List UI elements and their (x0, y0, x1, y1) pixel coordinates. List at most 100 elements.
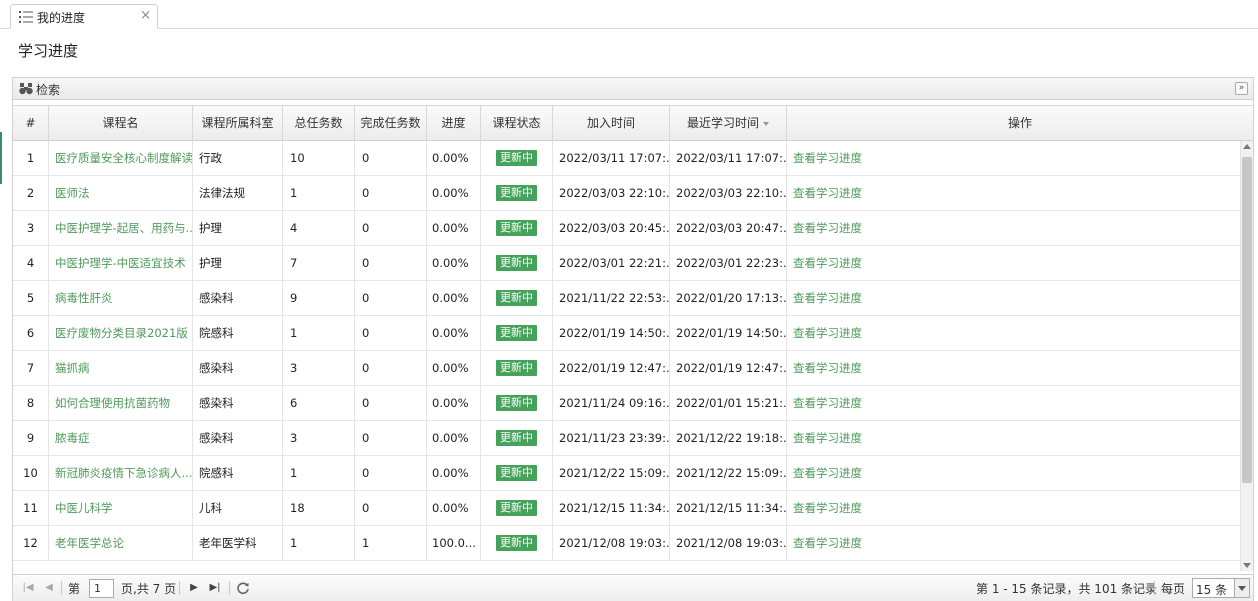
refresh-icon[interactable] (236, 581, 250, 595)
view-progress-link[interactable]: 查看学习进度 (793, 501, 862, 515)
cell-total-tasks: 1 (283, 526, 355, 561)
cell-joined: 2022/03/03 20:45:... (553, 211, 670, 246)
col-header-joined[interactable]: 加入时间 (553, 106, 670, 142)
course-link-cell: 猫抓病 (49, 351, 193, 386)
tab-bar: 我的进度 × (0, 0, 1258, 29)
course-link[interactable]: 老年医学总论 (55, 536, 124, 550)
cell-joined: 2021/11/22 22:53:... (553, 281, 670, 316)
per-page-dropdown-button[interactable] (1234, 579, 1249, 597)
cell-total-tasks: 18 (283, 491, 355, 526)
course-link[interactable]: 医疗废物分类目录2021版 (55, 326, 188, 340)
course-link[interactable]: 脓毒症 (55, 431, 90, 445)
table-row[interactable]: 2 医师法 法律法规 1 0 0.00% 更新中 2022/03/03 22:10:... 20… (13, 176, 1240, 211)
close-icon[interactable]: × (140, 8, 151, 23)
table-row[interactable]: 10 新冠肺炎疫情下急诊病人... 院感科 1 0 0.00% 更新中 2021/12/22 … (13, 456, 1240, 491)
cell-total-tasks: 3 (283, 421, 355, 456)
first-page-icon[interactable]: |◀ (22, 581, 34, 594)
col-header-done-tasks[interactable]: 完成任务数 (355, 106, 427, 142)
cell-status: 更新中 (481, 456, 553, 491)
view-progress-link[interactable]: 查看学习进度 (793, 291, 862, 305)
cell-last-study: 2022/03/03 22:10:... (670, 176, 787, 211)
table-row[interactable]: 1 医疗质量安全核心制度解读 行政 10 0 0.00% 更新中 2022/03/11 17:… (13, 141, 1240, 176)
table-row[interactable]: 5 病毒性肝炎 感染科 9 0 0.00% 更新中 2021/11/22 22:53:... 2… (13, 281, 1240, 316)
course-link[interactable]: 中医儿科学 (55, 501, 113, 515)
cell-progress: 0.00% (427, 456, 481, 491)
view-progress-link[interactable]: 查看学习进度 (793, 221, 862, 235)
col-header-last-study[interactable]: 最近学习时间 (670, 106, 787, 142)
sort-desc-icon (763, 121, 769, 126)
page-title: 学习进度 (18, 42, 79, 60)
records-summary: 第 1 - 15 条记录，共 101 条记录 (976, 582, 1158, 596)
table-row[interactable]: 3 中医护理学-起居、用药与... 护理 4 0 0.00% 更新中 2022/03/03 2… (13, 211, 1240, 246)
view-progress-link[interactable]: 查看学习进度 (793, 361, 862, 375)
last-page-icon[interactable]: ▶| (209, 581, 221, 594)
cell-index: 4 (13, 246, 49, 281)
table-row[interactable]: 8 如何合理使用抗菌药物 感染科 6 0 0.00% 更新中 2021/11/24 09:16… (13, 386, 1240, 421)
cell-last-study: 2022/01/19 12:47:... (670, 351, 787, 386)
course-link-cell: 脓毒症 (49, 421, 193, 456)
view-progress-link[interactable]: 查看学习进度 (793, 326, 862, 340)
cell-joined: 2022/03/11 17:07:... (553, 141, 670, 176)
pager-divider (1154, 581, 1155, 595)
course-link[interactable]: 中医护理学-中医适宜技术 (55, 256, 186, 270)
cell-done-tasks: 0 (355, 281, 427, 316)
col-header-status[interactable]: 课程状态 (481, 106, 553, 142)
table-row[interactable]: 9 脓毒症 感染科 3 0 0.00% 更新中 2021/11/23 23:39:... 202… (13, 421, 1240, 456)
search-panel-label: 检索 (36, 83, 61, 97)
col-header-course-name[interactable]: 课程名 (49, 106, 193, 142)
cell-progress: 0.00% (427, 141, 481, 176)
status-badge: 更新中 (496, 500, 537, 516)
course-link-cell: 中医儿科学 (49, 491, 193, 526)
view-progress-link[interactable]: 查看学习进度 (793, 396, 862, 410)
col-header-progress[interactable]: 进度 (427, 106, 481, 142)
course-link[interactable]: 病毒性肝炎 (55, 291, 113, 305)
pagination-bar: |◀ ◀ 第 1 页,共 7 页 ▶ ▶| 第 1 - 15 条记录，共 101… (13, 574, 1253, 601)
next-page-icon[interactable]: ▶ (188, 581, 200, 594)
page-prefix: 第 (68, 582, 81, 596)
course-link[interactable]: 医师法 (55, 186, 90, 200)
col-header-total-tasks[interactable]: 总任务数 (283, 106, 355, 142)
tab-my-progress[interactable]: 我的进度 × (10, 4, 158, 29)
table-row[interactable]: 4 中医护理学-中医适宜技术 护理 7 0 0.00% 更新中 2022/03/01 22:2… (13, 246, 1240, 281)
table-row[interactable]: 11 中医儿科学 儿科 18 0 0.00% 更新中 2021/12/15 11:34:...… (13, 491, 1240, 526)
scroll-thumb[interactable] (1242, 157, 1252, 483)
course-link[interactable]: 猫抓病 (55, 361, 90, 375)
table-row[interactable]: 6 医疗废物分类目录2021版 院感科 1 0 0.00% 更新中 2022/01/19 14… (13, 316, 1240, 351)
left-edge-strip (0, 132, 2, 184)
table-row[interactable]: 7 猫抓病 感染科 3 0 0.00% 更新中 2022/01/19 12:47:... 202… (13, 351, 1240, 386)
cell-index: 5 (13, 281, 49, 316)
cell-total-tasks: 7 (283, 246, 355, 281)
cell-done-tasks: 1 (355, 526, 427, 561)
course-link[interactable]: 中医护理学-起居、用药与... (55, 221, 192, 235)
view-progress-link[interactable]: 查看学习进度 (793, 256, 862, 270)
view-progress-link[interactable]: 查看学习进度 (793, 151, 862, 165)
pager-divider (61, 581, 62, 595)
view-progress-link[interactable]: 查看学习进度 (793, 431, 862, 445)
view-progress-link[interactable]: 查看学习进度 (793, 466, 862, 480)
table-row[interactable]: 12 老年医学总论 老年医学科 1 1 100.0... 更新中 2021/12/08 19:… (13, 526, 1240, 561)
cell-department: 儿科 (193, 491, 283, 526)
view-progress-link[interactable]: 查看学习进度 (793, 536, 862, 550)
page-number-input[interactable]: 1 (89, 579, 114, 598)
expand-icon[interactable]: » (1235, 82, 1248, 95)
col-header-department[interactable]: 课程所属科室 (193, 106, 283, 142)
scroll-up-icon[interactable] (1243, 144, 1251, 149)
course-link-cell: 医师法 (49, 176, 193, 211)
cell-total-tasks: 3 (283, 351, 355, 386)
cell-last-study: 2022/03/11 17:07:... (670, 141, 787, 176)
vertical-scrollbar[interactable] (1240, 141, 1253, 571)
view-progress-link[interactable]: 查看学习进度 (793, 186, 862, 200)
cell-last-study: 2021/12/15 11:34:... (670, 491, 787, 526)
scroll-down-icon[interactable] (1243, 563, 1251, 568)
course-link[interactable]: 新冠肺炎疫情下急诊病人... (55, 466, 192, 480)
course-link[interactable]: 如何合理使用抗菌药物 (55, 396, 170, 410)
cell-department: 感染科 (193, 386, 283, 421)
search-panel-header[interactable]: 检索 » (13, 78, 1253, 100)
prev-page-icon[interactable]: ◀ (43, 581, 55, 594)
status-badge: 更新中 (496, 255, 537, 271)
per-page-select[interactable]: 15 条 (1192, 578, 1250, 598)
course-link[interactable]: 医疗质量安全核心制度解读 (55, 151, 192, 165)
progress-panel: 检索 » # 课程名 课程所属科室 总任务数 完成任务数 进度 课程状态 加入时… (12, 77, 1254, 601)
cell-progress: 0.00% (427, 421, 481, 456)
cell-last-study: 2021/12/08 19:03:... (670, 526, 787, 561)
